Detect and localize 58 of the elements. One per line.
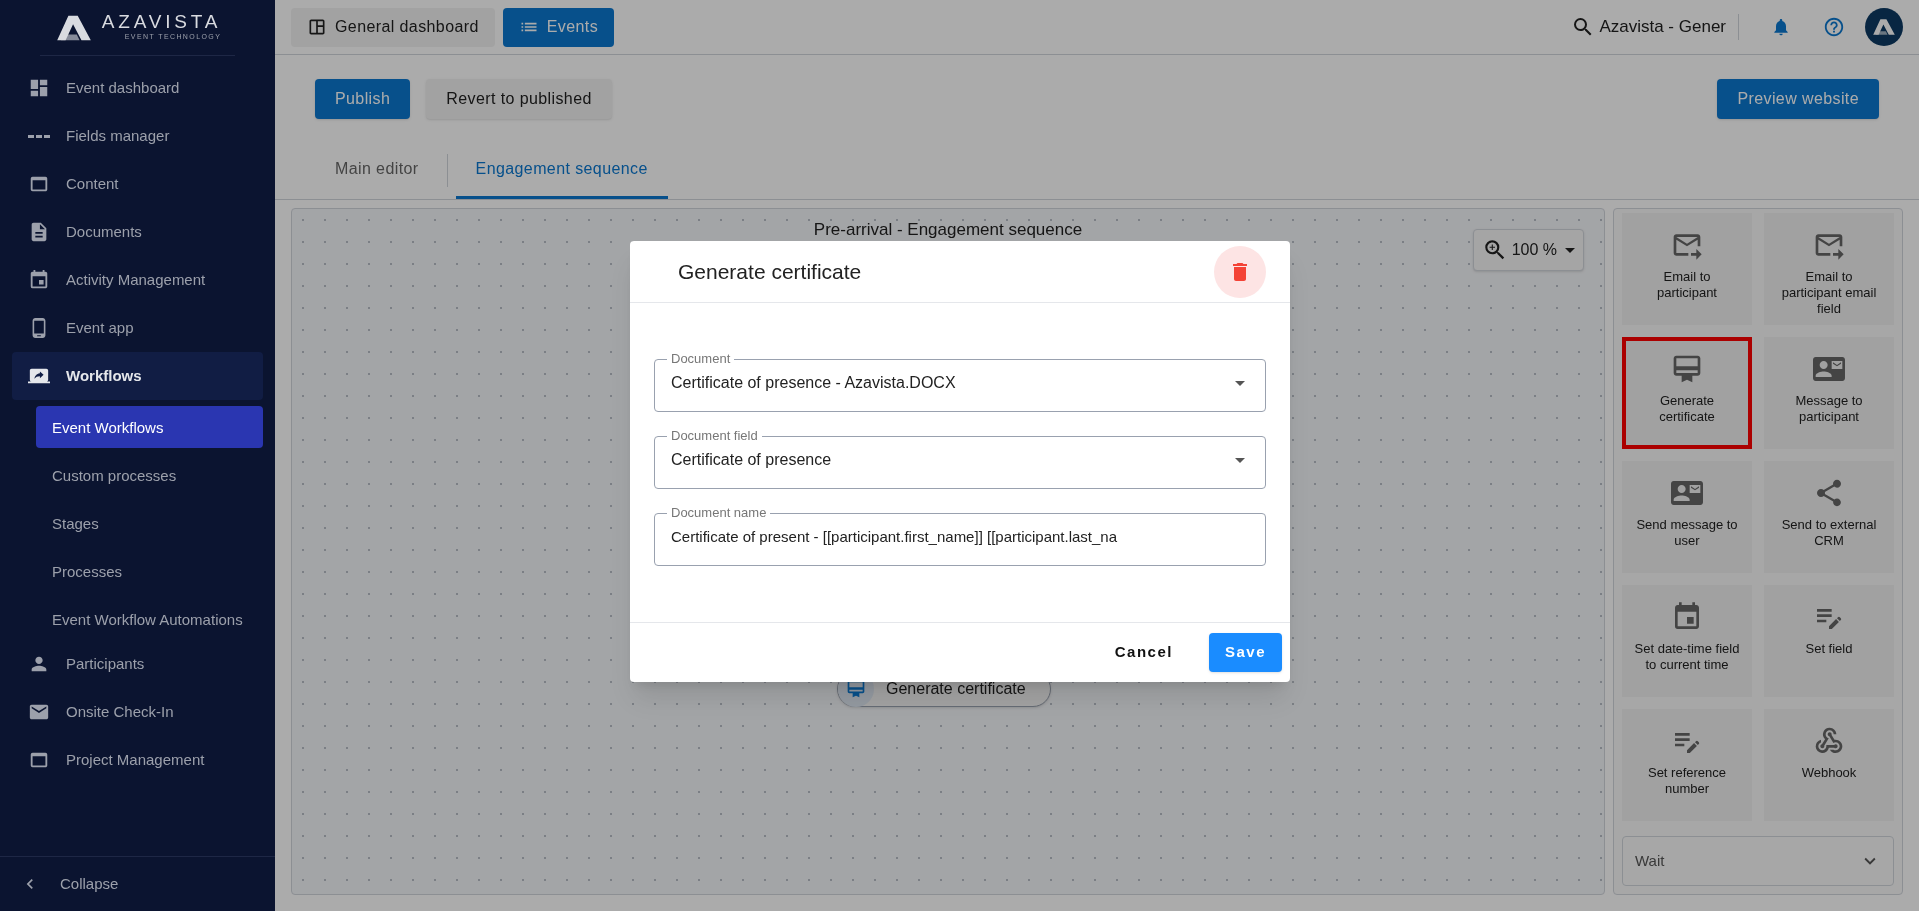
editor-tab[interactable]: Engagement sequence [455,142,668,199]
sidebar-subitem[interactable]: Processes [36,550,263,592]
action-button[interactable]: Publish [315,78,411,119]
delete-button[interactable] [1214,245,1266,298]
editor-tab[interactable]: Main editor [315,142,439,199]
sidebar-item[interactable]: Workflows [12,352,263,400]
sidebar-item[interactable]: Documents [12,208,263,256]
sidebar-item[interactable]: Content [12,160,263,208]
palette-item[interactable]: Email to participant email field [1764,213,1894,325]
caret-icon [1565,247,1575,253]
palette-item[interactable]: Email to participant [1622,213,1752,325]
zoom-control[interactable]: 100 % [1472,229,1584,271]
cancel-button[interactable]: Cancel [1098,633,1189,672]
sidebar-item[interactable]: Event dashboard [12,64,263,112]
palette-item[interactable]: Webhook [1764,709,1894,821]
palette-item[interactable]: Generate certificate [1622,337,1752,449]
top-tab[interactable]: General dashboard [291,7,495,47]
field-label: Document field [670,428,759,444]
calendar-icon [28,269,50,291]
sidebar-subitem[interactable]: Stages [36,502,263,544]
sidebar-item[interactable]: Project Management [12,736,263,784]
palette-item[interactable]: Message to participant [1764,337,1894,449]
caret-icon [1235,457,1245,463]
sidebar-item[interactable]: Onsite Check-In [12,688,263,736]
palette-item[interactable]: Set date-time field to current time [1622,585,1752,697]
caret-icon [1235,380,1245,386]
field-label: Document name [670,505,768,521]
wait-section[interactable]: Wait [1622,836,1894,886]
logo-icon [1872,18,1896,36]
field-label: Document [670,351,732,367]
top-tab[interactable]: Events [502,7,615,47]
preview-website-button[interactable]: Preview website [1717,78,1879,119]
text-field[interactable]: Document name Certificate of present - [[participant.first_name]] [[participant.last_na [654,505,1266,566]
sidebar-item[interactable]: Event app [12,304,263,352]
select-field[interactable]: Document field Certificate of presence [654,428,1266,489]
sidebar-subitem[interactable]: Custom processes [36,454,263,496]
sidebar-item[interactable]: Activity Management [12,256,263,304]
sidebar-subitem[interactable]: Event Workflows [36,406,263,448]
sidebar-item[interactable]: Fields manager [12,112,263,160]
palette-item[interactable]: Set reference number [1622,709,1752,821]
action-button[interactable]: Revert to published [426,78,612,119]
dashed-lines-icon [28,134,50,138]
sidebar-subitem[interactable]: Event Workflow Automations [36,598,263,640]
modal-title: Generate certificate [678,258,862,285]
certificate-icon [1671,353,1703,385]
dashboard-icon [28,77,50,99]
palette-item[interactable]: Send message to user [1622,461,1752,573]
brand-name: AZAVISTA [101,12,222,33]
help-icon[interactable] [1823,16,1845,38]
sidebar-item[interactable]: Participants [12,640,263,688]
canvas-title: Pre-arrival - Engagement sequence [813,219,1083,241]
palette-item[interactable]: Set field [1764,585,1894,697]
palette-item[interactable]: Send to external CRM [1764,461,1894,573]
avatar[interactable] [1865,8,1903,46]
bell-icon[interactable] [1771,17,1791,37]
grid-icon [307,17,327,37]
search-field[interactable]: Azavista - Gener [1571,14,1739,40]
select-field[interactable]: Document Certificate of presence - Azavista.DOCX [654,351,1266,412]
